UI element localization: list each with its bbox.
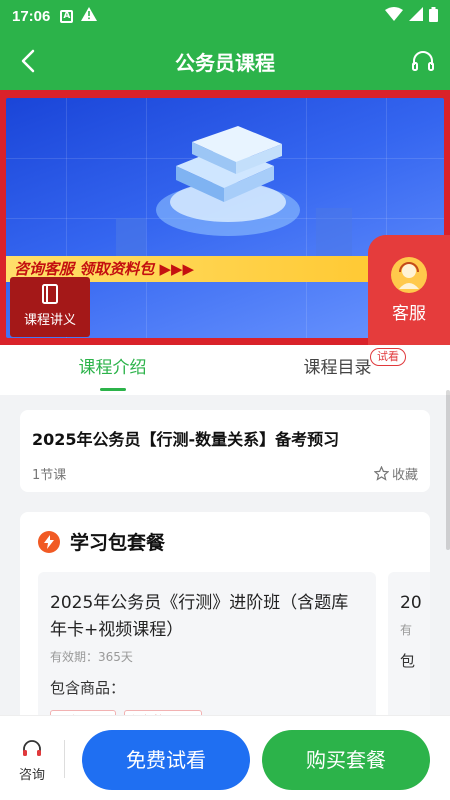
package-includes-label: 包含商品：	[50, 679, 126, 697]
tab-course-catalog[interactable]: 课程目录 试看	[225, 345, 450, 395]
course-tabs: 课程介绍 课程目录 试看	[0, 345, 450, 395]
app-bar: 公务员课程	[0, 32, 450, 90]
tab-course-intro[interactable]: 课程介绍	[0, 345, 225, 395]
scrollbar[interactable]	[446, 390, 450, 550]
warning-icon	[81, 7, 98, 25]
service-agent-icon	[391, 257, 427, 293]
free-trial-button[interactable]: 免费试看	[82, 730, 250, 790]
page-title: 公务员课程	[175, 50, 275, 75]
divider	[64, 740, 65, 778]
back-arrow-icon	[21, 49, 35, 73]
app-notification-icon: A	[60, 9, 74, 23]
customer-service-label: 客服	[392, 304, 426, 324]
book-icon	[42, 284, 58, 304]
consult-button[interactable]: 咨询	[12, 738, 52, 783]
lightning-icon	[38, 530, 60, 553]
lesson-count: 1节课	[32, 468, 67, 483]
course-title: 2025年公务员【行测-数量关系】备考预习	[32, 430, 340, 449]
package-heading: 学习包套餐	[70, 532, 166, 554]
package-includes-label: 包	[400, 652, 416, 670]
status-time: 17:06	[12, 7, 51, 25]
headset-icon	[23, 740, 41, 756]
course-handout-label: 课程讲义	[23, 313, 76, 328]
buy-package-button[interactable]: 购买套餐	[262, 730, 430, 790]
back-button[interactable]	[14, 46, 44, 76]
package-validity: 有	[400, 623, 413, 637]
battery-icon	[429, 6, 438, 26]
wifi-icon	[385, 7, 403, 25]
course-info-card: 2025年公务员【行测-数量关系】备考预习 1节课 收藏	[20, 410, 430, 492]
trial-badge: 试看	[370, 348, 406, 366]
status-bar: 17:06 A	[0, 0, 450, 32]
course-handout-button[interactable]: 课程讲义	[10, 277, 90, 337]
customer-service-banner-button[interactable]: 客服	[368, 235, 450, 345]
package-name: 20	[400, 593, 422, 613]
favorite-label: 收藏	[391, 468, 418, 483]
bottom-action-bar: 咨询 免费试看 购买套餐	[0, 715, 450, 800]
customer-service-button[interactable]	[410, 48, 436, 74]
package-name: 2025年公务员《行测》进阶班（含题库年卡+视频课程）	[50, 593, 349, 640]
promo-banner[interactable]: 咨询客服 领取资料包 ▶▶▶ 课程讲义 客服	[0, 90, 450, 345]
star-icon	[373, 466, 389, 481]
signal-icon	[409, 7, 423, 25]
favorite-button[interactable]: 收藏	[373, 464, 418, 483]
package-validity: 有效期：365天	[50, 650, 133, 664]
headset-icon	[412, 51, 434, 71]
consult-label: 咨询	[18, 768, 45, 783]
books-illustration	[116, 126, 352, 258]
